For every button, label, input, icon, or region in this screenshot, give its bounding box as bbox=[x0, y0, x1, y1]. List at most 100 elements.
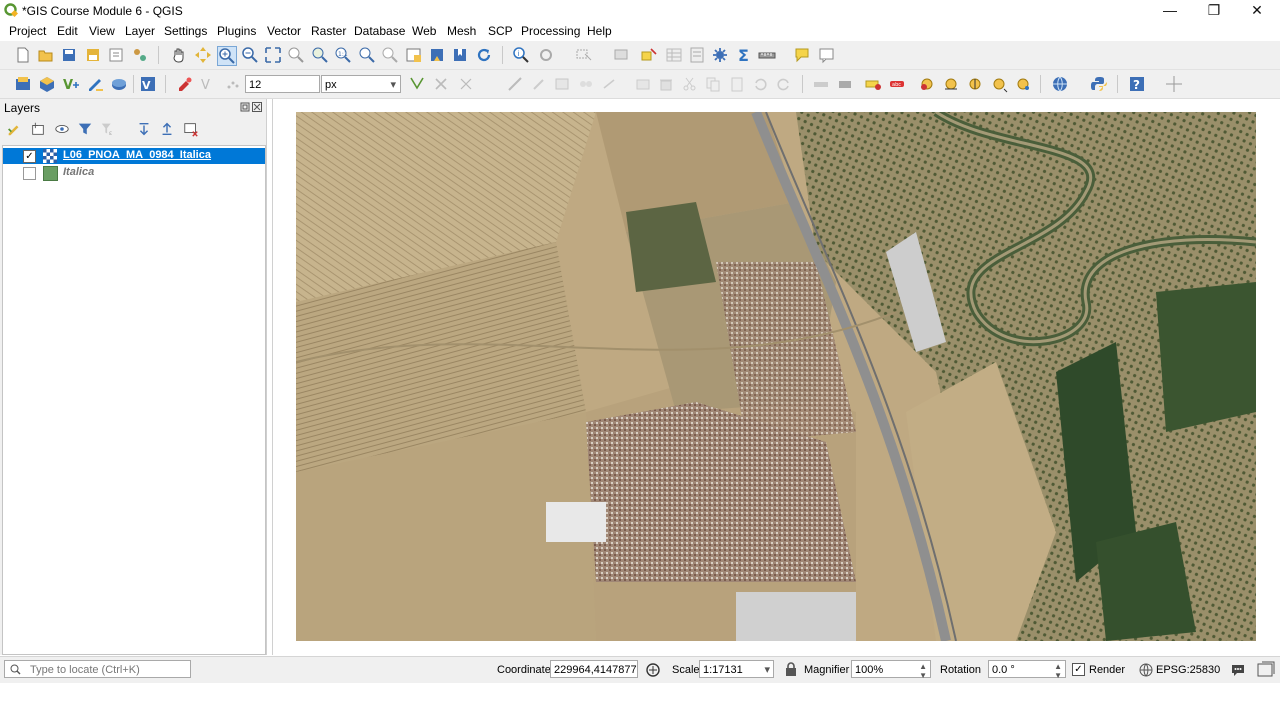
layer-item-orthophoto[interactable]: ✓ L06_PNOA_MA_0984_Italica bbox=[3, 148, 265, 164]
render-checkbox[interactable]: ✓ bbox=[1072, 663, 1085, 676]
pan-to-selection-icon[interactable] bbox=[194, 46, 212, 64]
menu-processing[interactable]: Processing bbox=[521, 24, 580, 38]
globe-icon[interactable] bbox=[1051, 75, 1069, 93]
rotate-label-icon[interactable]: abc bbox=[888, 75, 906, 93]
move-label-icon[interactable] bbox=[864, 75, 882, 93]
restore-button[interactable]: ❐ bbox=[1194, 0, 1234, 20]
split-features-icon[interactable] bbox=[634, 75, 652, 93]
python-console-icon[interactable] bbox=[1090, 75, 1108, 93]
copy-features-icon[interactable] bbox=[553, 75, 571, 93]
annotation-icon[interactable] bbox=[818, 46, 836, 64]
zoom-native-icon[interactable]: 1:1 bbox=[334, 46, 352, 64]
scp-roi-icon[interactable] bbox=[942, 75, 960, 93]
zoom-to-layer-icon[interactable] bbox=[311, 46, 329, 64]
zoom-to-selection-icon[interactable] bbox=[287, 46, 305, 64]
filter-legend-icon[interactable] bbox=[77, 121, 93, 137]
layer-item-italica[interactable]: Italica bbox=[3, 165, 265, 181]
scp-classification-icon[interactable] bbox=[990, 75, 1008, 93]
digitize-line-icon[interactable] bbox=[506, 75, 524, 93]
digitize-point-icon[interactable] bbox=[224, 75, 242, 93]
menu-database[interactable]: Database bbox=[354, 24, 405, 38]
menu-mesh[interactable]: Mesh bbox=[447, 24, 476, 38]
paste-icon[interactable] bbox=[728, 75, 746, 93]
run-action-icon[interactable] bbox=[537, 46, 555, 64]
menu-edit[interactable]: Edit bbox=[57, 24, 78, 38]
close-panel-icon[interactable] bbox=[252, 102, 262, 112]
collapse-all-icon[interactable] bbox=[159, 121, 175, 137]
show-bookmarks-icon[interactable] bbox=[451, 46, 469, 64]
new-project-icon[interactable] bbox=[14, 46, 32, 64]
open-project-icon[interactable] bbox=[37, 46, 55, 64]
zoom-in-icon[interactable] bbox=[217, 46, 237, 66]
attribute-table-icon[interactable] bbox=[665, 46, 683, 64]
bookmark-icon[interactable] bbox=[428, 46, 446, 64]
statistics-sum-icon[interactable]: Σ bbox=[735, 46, 753, 64]
float-panel-icon[interactable] bbox=[240, 102, 250, 112]
coordinate-field[interactable]: 229964,4147877 bbox=[550, 660, 638, 678]
crosshair-icon[interactable] bbox=[1165, 75, 1183, 93]
redo-icon[interactable] bbox=[775, 75, 793, 93]
save-project-icon[interactable] bbox=[60, 46, 78, 64]
pan-hand-icon[interactable] bbox=[170, 46, 188, 64]
layer-visibility-checkbox[interactable] bbox=[23, 167, 36, 180]
new-map-view-icon[interactable] bbox=[405, 46, 423, 64]
delete-selected-icon[interactable] bbox=[432, 75, 450, 93]
select-by-value-icon[interactable] bbox=[612, 46, 630, 64]
pin-labels-icon[interactable] bbox=[836, 75, 854, 93]
data-source-manager-icon[interactable] bbox=[14, 75, 32, 93]
scp-zoom-icon[interactable] bbox=[1014, 75, 1032, 93]
menu-scp[interactable]: SCP bbox=[488, 24, 513, 38]
add-group-icon[interactable] bbox=[30, 121, 46, 137]
delete-ring-icon[interactable] bbox=[657, 75, 675, 93]
scp-band-set-icon[interactable] bbox=[918, 75, 936, 93]
toggle-extents-icon[interactable] bbox=[645, 662, 661, 678]
deselect-all-icon[interactable] bbox=[640, 46, 658, 64]
font-size-spinbox[interactable]: 12 bbox=[245, 75, 320, 93]
menu-view[interactable]: View bbox=[89, 24, 115, 38]
identify-features-icon[interactable]: i bbox=[512, 46, 530, 64]
pencil-icon[interactable] bbox=[530, 75, 548, 93]
remove-layer-icon[interactable] bbox=[183, 121, 199, 137]
new-shapefile-icon[interactable] bbox=[86, 75, 104, 93]
field-calculator-icon[interactable] bbox=[688, 46, 706, 64]
lock-scale-icon[interactable] bbox=[785, 662, 797, 676]
menu-web[interactable]: Web bbox=[412, 24, 436, 38]
open-layer-styling-icon[interactable] bbox=[6, 121, 22, 137]
messages-icon[interactable] bbox=[1230, 662, 1246, 678]
select-features-icon[interactable] bbox=[575, 46, 593, 64]
layer-visibility-checkbox[interactable]: ✓ bbox=[23, 150, 36, 163]
rotation-spinbox[interactable]: 0.0 ° ▲ ▼ bbox=[988, 660, 1066, 680]
scp-preview-icon[interactable] bbox=[966, 75, 984, 93]
expand-all-icon[interactable] bbox=[136, 121, 152, 137]
crs-value[interactable]: EPSG:25830 bbox=[1156, 664, 1220, 676]
notifications-icon[interactable] bbox=[1256, 660, 1276, 680]
new-geopackage-icon[interactable] bbox=[38, 75, 56, 93]
filter-by-expression-icon[interactable]: ε bbox=[100, 121, 116, 137]
print-layout-icon[interactable] bbox=[107, 46, 125, 64]
manage-map-themes-icon[interactable] bbox=[54, 121, 70, 137]
minimize-button[interactable]: — bbox=[1150, 0, 1190, 20]
menu-vector[interactable]: Vector bbox=[267, 24, 301, 38]
save-edits-icon[interactable]: V bbox=[200, 75, 218, 93]
crs-globe-icon[interactable] bbox=[1139, 663, 1153, 677]
menu-project[interactable]: Project bbox=[9, 24, 46, 38]
zoom-next-icon[interactable] bbox=[381, 46, 399, 64]
undo-icon[interactable] bbox=[751, 75, 769, 93]
menu-raster[interactable]: Raster bbox=[311, 24, 346, 38]
locator-search-input[interactable]: Type to locate (Ctrl+K) bbox=[4, 660, 191, 678]
cut-features-icon[interactable] bbox=[457, 75, 475, 93]
scale-combobox[interactable]: 1:17131 ▾ bbox=[699, 660, 774, 678]
close-button[interactable]: ✕ bbox=[1237, 0, 1277, 20]
help-icon[interactable]: ? bbox=[1128, 75, 1146, 93]
scissors-icon[interactable] bbox=[681, 75, 699, 93]
magnifier-spinbox[interactable]: 100% ▲ ▼ bbox=[851, 660, 931, 680]
spin-down-icon[interactable]: ▼ bbox=[919, 667, 927, 685]
add-vector-layer-icon[interactable]: V bbox=[62, 75, 80, 93]
menu-help[interactable]: Help bbox=[587, 24, 612, 38]
menu-settings[interactable]: Settings bbox=[164, 24, 207, 38]
zoom-full-icon[interactable] bbox=[264, 46, 282, 64]
reshape-icon[interactable] bbox=[577, 75, 595, 93]
offset-curve-icon[interactable] bbox=[601, 75, 619, 93]
map-tips-icon[interactable] bbox=[793, 46, 811, 64]
zoom-last-icon[interactable] bbox=[358, 46, 376, 64]
